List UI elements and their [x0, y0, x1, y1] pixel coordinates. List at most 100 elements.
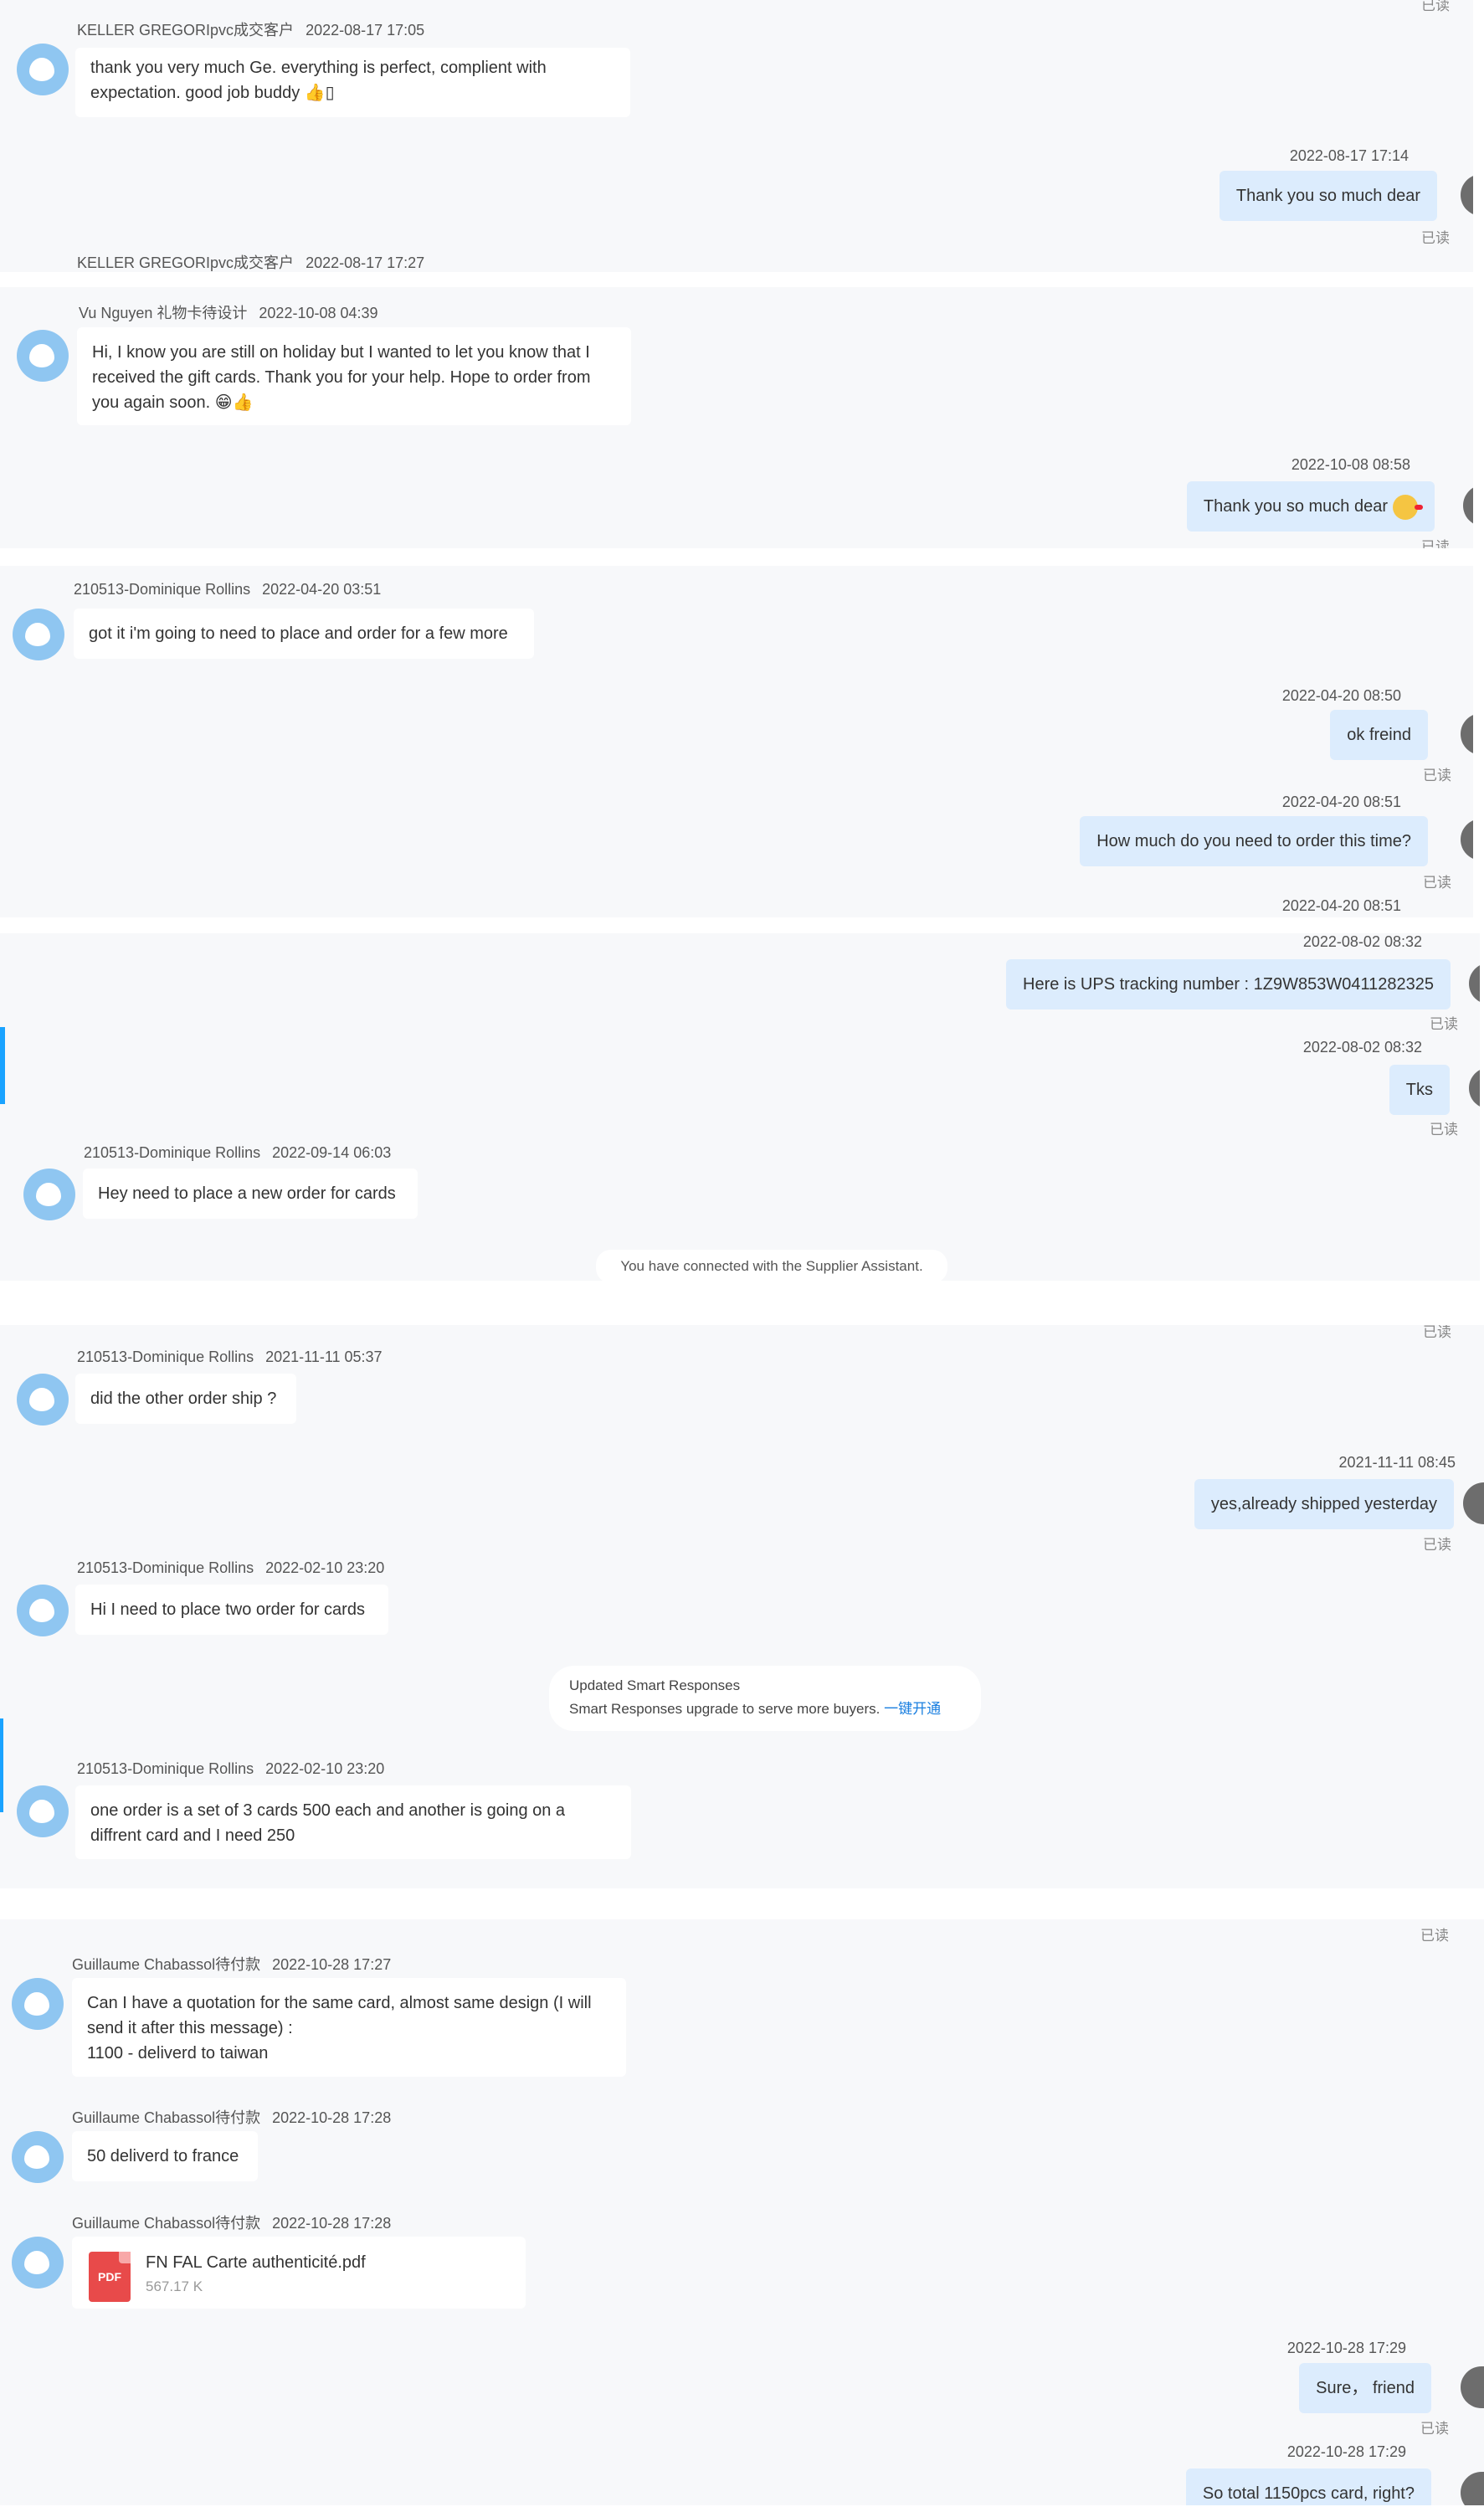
read-status: 已读	[1423, 1537, 1451, 1553]
self-avatar[interactable]	[1469, 1067, 1480, 1109]
self-avatar[interactable]	[1463, 485, 1473, 527]
sender-name: 210513-Dominique Rollins	[77, 1348, 254, 1365]
message-time: 2022-08-17 17:14	[1289, 147, 1409, 164]
chat-panel-4: 2022-08-02 08:32 Here is UPS tracking nu…	[0, 933, 1480, 1281]
file-size: 567.17 K	[146, 2278, 203, 2294]
message-header: KELLER GREGORIpvc成交客户 2022-08-17 17:27	[77, 251, 424, 272]
message-time: 2021-11-11 05:37	[265, 1348, 383, 1365]
outgoing-message: So total 1150pcs card, right?	[1185, 2468, 1431, 2505]
read-status: 已读	[1430, 1016, 1458, 1032]
incoming-message: Hi I need to place two order for cards	[75, 1585, 388, 1635]
message-time: 2022-02-10 23:20	[265, 1559, 385, 1576]
smart-responses-body: Smart Responses upgrade to serve more bu…	[569, 1698, 961, 1721]
message-time: 2022-08-02 08:32	[1302, 1039, 1422, 1056]
sender-name: KELLER GREGORIpvc成交客户	[77, 254, 295, 271]
buyer-avatar[interactable]	[17, 1374, 69, 1426]
message-line: 1100 - deliverd to taiwan	[87, 2044, 269, 2063]
system-notice: You have connected with the Supplier Ass…	[596, 1250, 947, 1281]
sender-name: 210513-Dominique Rollins	[84, 1144, 261, 1161]
message-header: KELLER GREGORIpvc成交客户 2022-08-17 17:05	[77, 18, 424, 40]
self-avatar[interactable]	[1461, 2366, 1484, 2408]
message-header: Guillaume Chabassol待付款 2022-10-28 17:28	[72, 2106, 391, 2128]
message-header: 210513-Dominique Rollins 2022-09-14 06:03	[84, 1144, 391, 1162]
message-time: 2022-02-10 23:20	[265, 1760, 385, 1777]
chat-panel-1: 已读 KELLER GREGORIpvc成交客户 2022-08-17 17:05…	[0, 0, 1473, 272]
message-time: 2022-04-20 08:50	[1281, 687, 1401, 704]
message-time: 2022-10-08 04:39	[259, 305, 378, 321]
read-status: 已读	[1430, 1122, 1458, 1138]
chat-panel-2: Vu Nguyen 礼物卡待设计 2022-10-08 04:39 Hi, I k…	[0, 287, 1473, 548]
sender-name: Guillaume Chabassol待付款	[72, 1956, 261, 1973]
incoming-message: thank you very much Ge. everything is pe…	[75, 48, 630, 117]
sender-name: 210513-Dominique Rollins	[77, 1760, 254, 1777]
file-name: FN FAL Carte authenticité.pdf	[146, 2253, 366, 2272]
sender-name: 210513-Dominique Rollins	[77, 1559, 254, 1576]
outgoing-message: How much do you need to order this time?	[1080, 816, 1428, 866]
sender-name: Guillaume Chabassol待付款	[72, 2215, 261, 2232]
chat-panel-5: 已读 210513-Dominique Rollins 2021-11-11 05…	[0, 1325, 1484, 1888]
read-status: 已读	[1420, 1928, 1449, 1944]
pdf-file-icon: PDF	[89, 2252, 131, 2302]
message-header: 210513-Dominique Rollins 2022-04-20 03:51	[74, 581, 381, 598]
buyer-avatar[interactable]	[12, 2131, 64, 2183]
outgoing-message: Thank you so much dear	[1186, 481, 1435, 532]
message-time: 2022-10-28 17:28	[272, 2215, 392, 2232]
sender-name: 210513-Dominique Rollins	[74, 581, 251, 598]
message-time: 2022-04-20 08:51	[1281, 897, 1401, 914]
sender-name: Vu Nguyen 礼物卡待设计	[79, 305, 248, 321]
message-header: 210513-Dominique Rollins 2022-02-10 23:20	[77, 1760, 384, 1778]
buyer-avatar[interactable]	[23, 1169, 75, 1220]
message-time: 2022-10-28 17:29	[1286, 2340, 1406, 2356]
outgoing-message: Tks	[1389, 1065, 1450, 1115]
self-avatar[interactable]	[1461, 819, 1473, 860]
buyer-avatar[interactable]	[17, 1585, 69, 1636]
buyer-avatar[interactable]	[17, 330, 69, 382]
read-status: 已读	[1423, 1325, 1451, 1340]
message-time: 2022-04-20 08:51	[1281, 794, 1401, 810]
outgoing-message: Here is UPS tracking number : 1Z9W853W04…	[1006, 959, 1451, 1009]
self-avatar[interactable]	[1461, 174, 1473, 216]
incoming-message: Can I have a quotation for the same card…	[72, 1978, 626, 2077]
message-time: 2022-10-28 17:27	[272, 1956, 392, 1973]
smart-responses-notice: Updated Smart Responses Smart Responses …	[549, 1666, 981, 1731]
message-header: Guillaume Chabassol待付款 2022-10-28 17:28	[72, 2211, 391, 2233]
cheers-emoji-icon	[1393, 494, 1423, 520]
incoming-message: Hi, I know you are still on holiday but …	[77, 327, 631, 425]
read-status: 已读	[1421, 0, 1450, 13]
outgoing-message: ok freind	[1330, 710, 1428, 760]
message-time: 2022-10-28 17:28	[272, 2109, 392, 2126]
message-time: 2022-10-28 17:29	[1286, 2443, 1406, 2460]
message-time: 2022-04-20 03:51	[262, 581, 382, 598]
self-avatar[interactable]	[1463, 1482, 1484, 1524]
chat-panel-6: 已读 Guillaume Chabassol待付款 2022-10-28 17:2…	[0, 1919, 1484, 2505]
file-attachment[interactable]: PDF FN FAL Carte authenticité.pdf 567.17…	[72, 2237, 526, 2309]
message-time: 2022-08-17 17:05	[306, 22, 425, 39]
self-avatar[interactable]	[1461, 2472, 1484, 2505]
buyer-avatar[interactable]	[17, 44, 69, 95]
side-accent	[0, 1718, 3, 1812]
message-line: Can I have a quotation for the same card…	[87, 1994, 592, 2037]
buyer-avatar[interactable]	[12, 2237, 64, 2289]
outgoing-message-text: Thank you so much dear	[1203, 497, 1388, 516]
message-header: 210513-Dominique Rollins 2021-11-11 05:37	[77, 1348, 383, 1366]
enable-smart-responses-link[interactable]: 一键开通	[884, 1701, 941, 1717]
sender-name: KELLER GREGORIpvc成交客户	[77, 22, 295, 39]
buyer-avatar[interactable]	[12, 1978, 64, 2030]
read-status: 已读	[1421, 230, 1450, 246]
read-status: 已读	[1423, 768, 1451, 783]
message-header: 210513-Dominique Rollins 2022-02-10 23:20	[77, 1559, 384, 1577]
smart-responses-text: Smart Responses upgrade to serve more bu…	[569, 1701, 881, 1717]
message-time: 2022-10-08 08:58	[1291, 456, 1410, 473]
chat-panel-3: 210513-Dominique Rollins 2022-04-20 03:51…	[0, 566, 1473, 917]
buyer-avatar[interactable]	[13, 609, 64, 660]
message-header: Guillaume Chabassol待付款 2022-10-28 17:27	[72, 1953, 391, 1975]
outgoing-message: Sure， friend	[1299, 2363, 1431, 2413]
self-avatar[interactable]	[1469, 963, 1480, 1004]
side-accent	[0, 1027, 5, 1104]
buyer-avatar[interactable]	[17, 1785, 69, 1837]
message-time: 2022-09-14 06:03	[272, 1144, 392, 1161]
sender-name: Guillaume Chabassol待付款	[72, 2109, 261, 2126]
self-avatar[interactable]	[1461, 713, 1473, 755]
read-status: 已读	[1421, 539, 1450, 548]
read-status: 已读	[1423, 875, 1451, 891]
